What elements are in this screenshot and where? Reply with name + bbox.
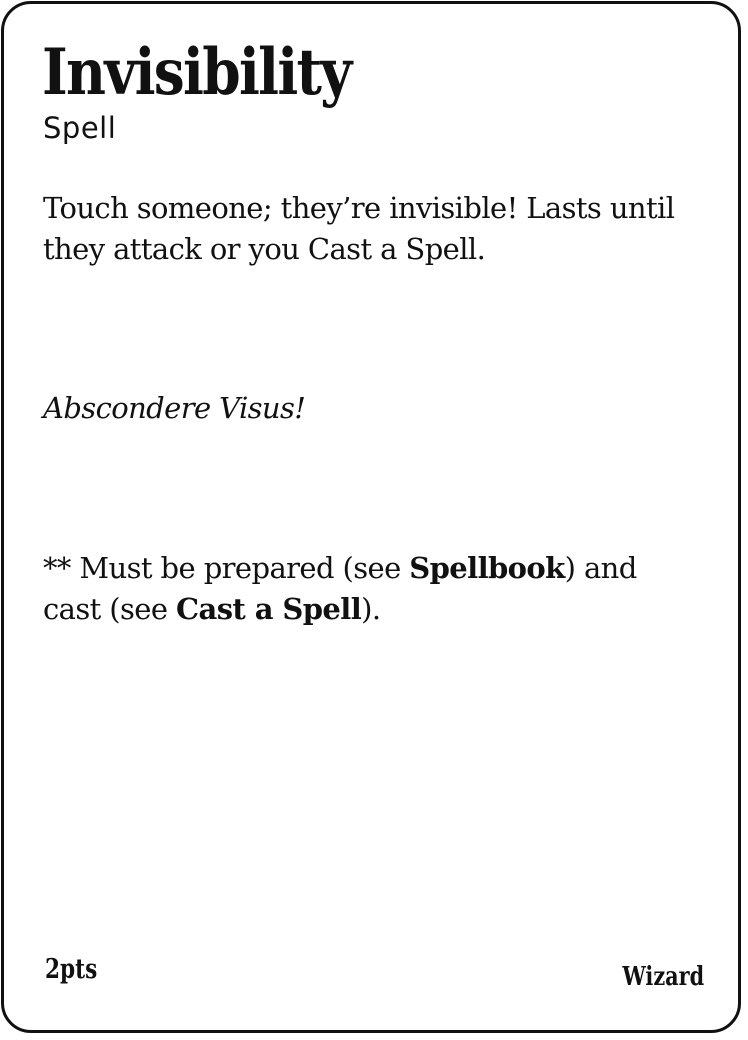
card-points: 2pts <box>45 954 98 985</box>
card-note: ** Must be prepared (see Spellbook) and … <box>43 548 693 630</box>
note-suffix: ). <box>361 592 381 626</box>
note-prefix: ** Must be prepared (see <box>43 551 410 585</box>
card-description: Touch someone; they’re invisible! Lasts … <box>43 191 675 266</box>
card-class: Wizard <box>622 962 704 992</box>
card-type: Spell <box>43 111 117 145</box>
card-incantation: Abscondere Visus! <box>43 391 306 425</box>
spellbook-reference: Spellbook <box>409 551 565 585</box>
cast-a-spell-reference: Cast a Spell <box>176 592 362 626</box>
spell-card <box>1 1 741 1033</box>
card-title: Invisibility <box>42 35 352 110</box>
